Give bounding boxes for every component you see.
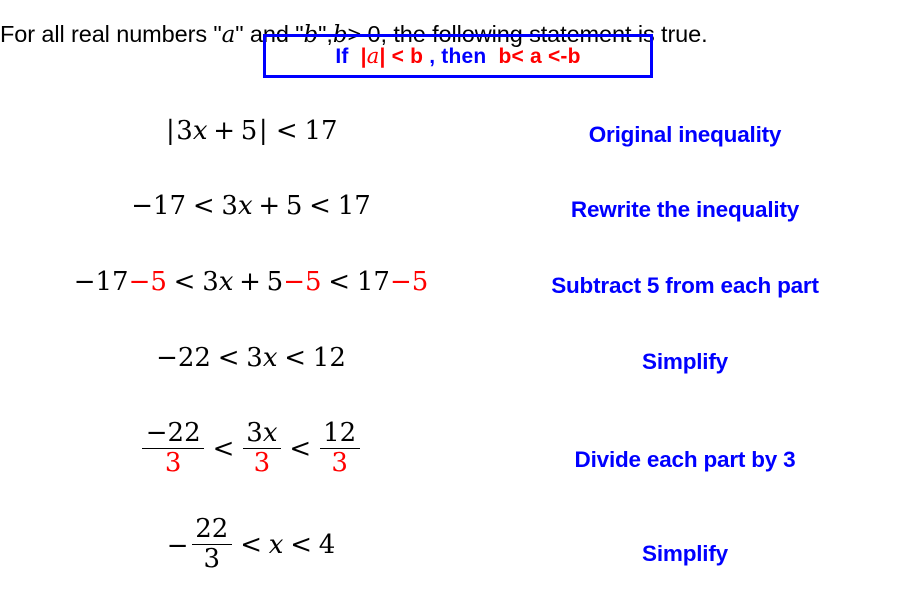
step-4-relation-left: <	[217, 343, 240, 373]
step-2-variable: x	[237, 191, 253, 221]
step-2-relation-left: <	[192, 191, 215, 221]
step-row-4: −22 <3x <12 Simplify	[0, 323, 916, 409]
step-3-relation-left: <	[173, 267, 196, 297]
step-5-fraction-middle: 3x 3	[242, 417, 282, 478]
step-4-left: −22	[156, 343, 211, 373]
step-3-constant: 5	[266, 267, 284, 297]
step-4-math: −22 <3x <12	[0, 345, 502, 371]
step-6-leading-minus: −	[166, 530, 189, 561]
rule-statement-text: If |a| < b , then b< a <-b	[335, 44, 580, 69]
step-5-numerator-middle-var: x	[262, 417, 278, 448]
step-4-label: Simplify	[642, 349, 728, 374]
step-5-fraction-left: −22 3	[142, 419, 205, 478]
step-5-label-text: Divide each part by 3	[574, 447, 796, 472]
step-1-abs-open: |	[165, 116, 175, 146]
step-3-right: 17	[356, 267, 390, 297]
step-4-variable: x	[262, 343, 278, 373]
step-2-left: −17	[131, 191, 187, 221]
step-6-right: 4	[318, 529, 336, 560]
step-5-numerator-middle: 3x	[242, 417, 282, 449]
step-3-subtract-right: −5	[389, 267, 429, 297]
step-1-relation: <	[275, 116, 298, 146]
step-row-6: −22 3 < x <4 Simplify	[0, 505, 916, 595]
step-5-denominator-left: 3	[164, 448, 182, 478]
step-2-math: −17 <3x +5 <17	[0, 193, 502, 219]
step-6-fraction: 22 3	[191, 515, 232, 574]
step-6-denominator: 3	[203, 544, 221, 574]
step-5-relation-right: <	[289, 433, 312, 464]
rule-if-label: If	[335, 44, 349, 68]
rule-less-than-b: < b	[391, 44, 424, 68]
step-5-denominator-right: 3	[331, 448, 348, 478]
step-row-3: −17−5 <3x +5−5 <17−5 Subtract 5 from each p…	[0, 247, 916, 323]
step-3-subtract-middle: −5	[283, 267, 322, 297]
step-6-numerator: 22	[191, 515, 232, 545]
step-3-variable: x	[218, 267, 234, 297]
step-1-coefficient: 3	[176, 116, 193, 146]
step-2-right: 17	[337, 191, 371, 221]
solution-steps: |3x +5| <17 Original inequality −17 <3x +5 <1…	[0, 96, 916, 595]
step-3-relation-right: <	[328, 267, 351, 297]
step-1-right-side: 17	[304, 116, 338, 146]
step-3-label: Subtract 5 from each part	[470, 273, 900, 299]
step-4-right: 12	[312, 343, 346, 373]
step-row-2: −17 <3x +5 <17 Rewrite the inequality	[0, 171, 916, 247]
step-row-1: |3x +5| <17 Original inequality	[0, 96, 916, 171]
step-6-math: −22 3 < x <4	[0, 515, 502, 575]
step-row-5: −22 3 <3x 3 <12 3 Divide each part by 3	[0, 409, 916, 505]
step-3-left: −17	[73, 267, 129, 297]
step-2-constant: 5	[285, 191, 303, 221]
step-5-label: Divide each part by 3	[470, 447, 900, 473]
step-5-math: −22 3 <3x 3 <12 3	[0, 417, 502, 479]
step-5-denominator-middle: 3	[253, 448, 271, 478]
step-1-math: |3x +5| <17	[0, 118, 502, 144]
step-1-variable: x	[192, 116, 208, 146]
step-2-label: Rewrite the inequality	[570, 197, 800, 222]
step-1-abs-close: |	[258, 116, 268, 146]
step-6-relation-right: <	[290, 529, 312, 560]
step-3-subtract-left: −5	[128, 267, 167, 297]
slide-title: For all real numbers " a " and " b ", b > 0,…	[0, 0, 916, 48]
step-3-math: −17−5 <3x +5−5 <17−5	[0, 269, 502, 295]
step-5-numerator-right: 12	[319, 419, 360, 449]
step-6-label: Simplify	[642, 541, 728, 566]
step-5-fraction-right: 12 3	[319, 419, 360, 478]
step-1-plus-operator: +	[213, 116, 236, 146]
rule-conclusion: b< a <-b	[498, 44, 581, 68]
step-1-constant: 5	[240, 116, 258, 146]
step-5-numerator-middle-coef: 3	[246, 417, 263, 448]
rule-statement-box: If |a| < b , then b< a <-b	[263, 34, 653, 78]
rule-then-label: then	[441, 44, 487, 68]
step-1-label: Original inequality	[588, 122, 782, 147]
title-text-part1: For all real numbers "	[0, 21, 222, 47]
step-2-plus-operator: +	[258, 191, 281, 221]
rule-abs-variable: a	[366, 43, 380, 68]
step-4-relation-right: <	[284, 343, 307, 373]
step-6-relation-left: <	[240, 529, 263, 560]
step-5-numerator-left: −22	[142, 419, 205, 449]
step-4-coefficient: 3	[246, 343, 263, 373]
step-5-relation-left: <	[212, 433, 235, 464]
step-2-coefficient: 3	[221, 191, 238, 221]
title-variable-a: a	[221, 22, 236, 48]
step-2-relation-right: <	[309, 191, 331, 221]
step-3-coefficient: 3	[202, 267, 219, 297]
step-6-variable: x	[268, 529, 284, 560]
step-3-label-text: Subtract 5 from each part	[551, 273, 819, 298]
step-3-plus-operator: +	[239, 267, 261, 297]
